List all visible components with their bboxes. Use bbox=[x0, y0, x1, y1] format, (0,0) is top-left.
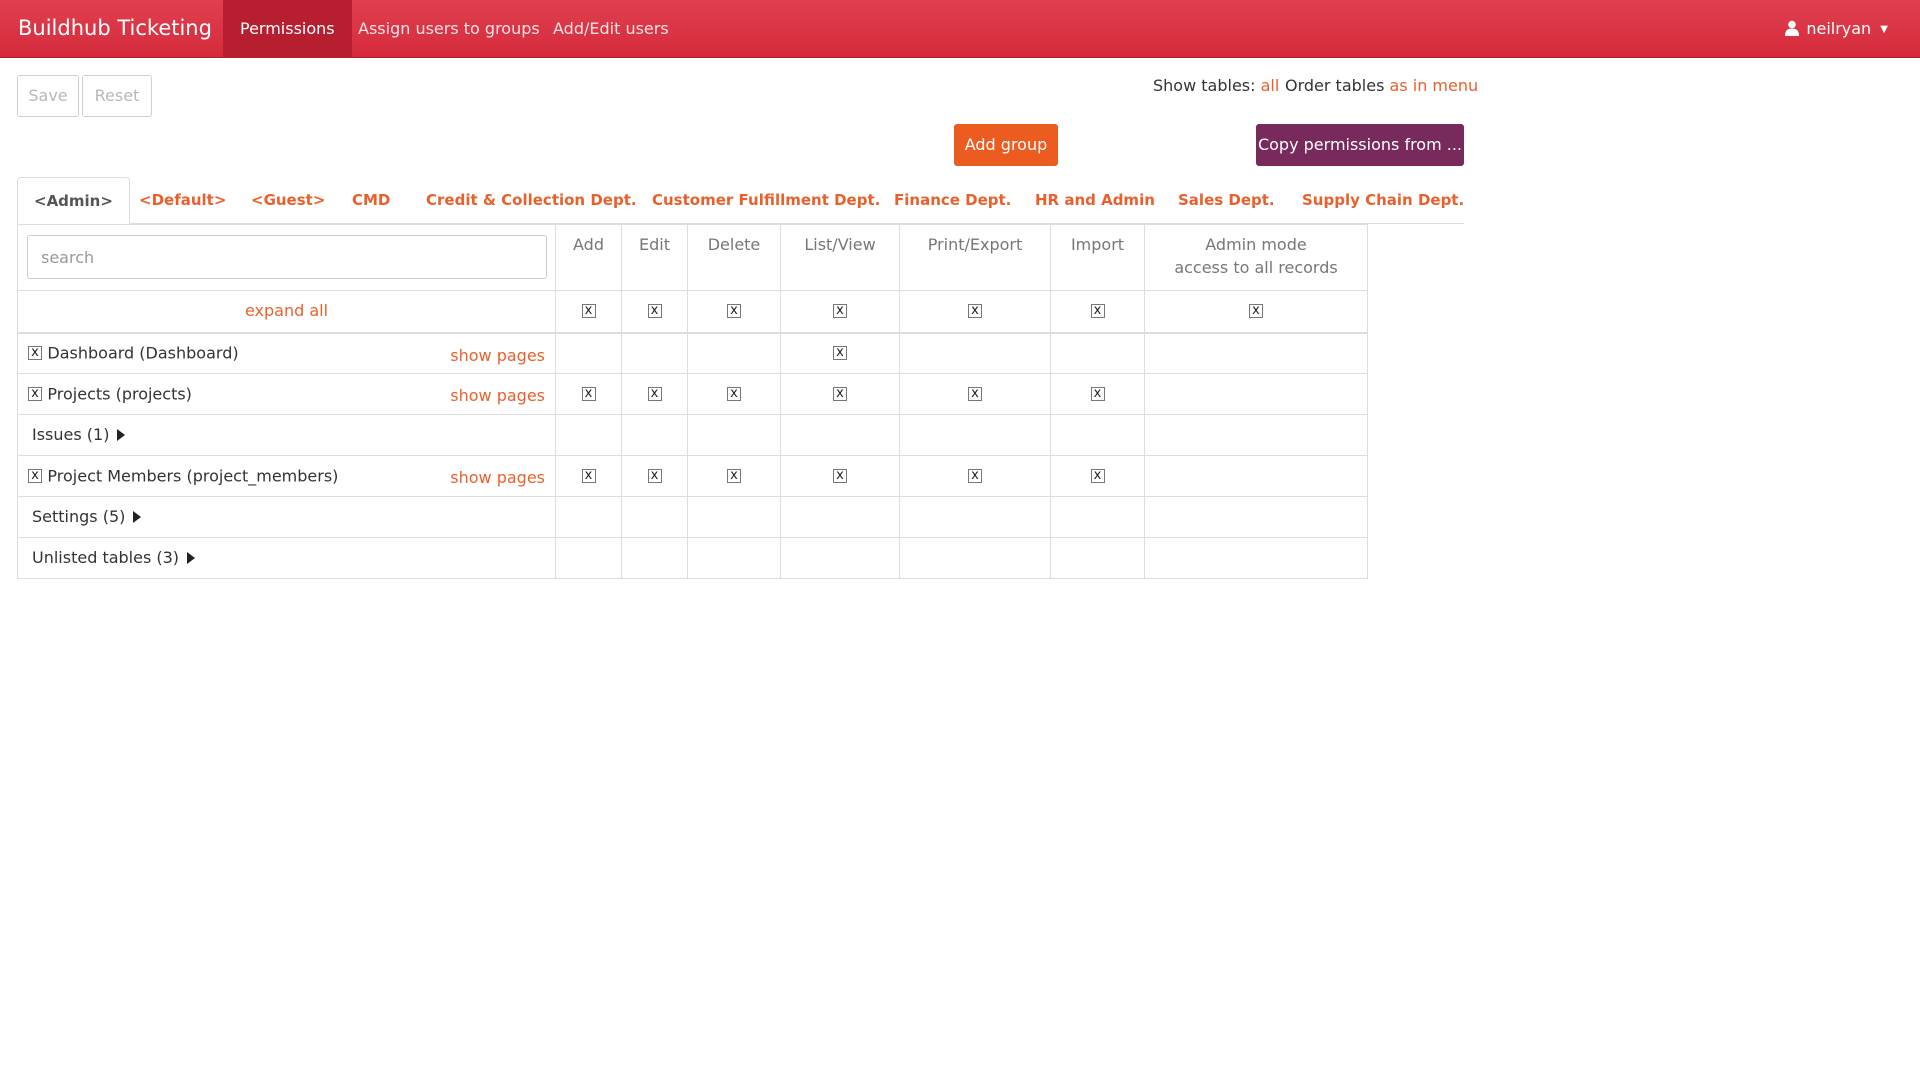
checkbox-all-list-view[interactable]: x bbox=[833, 304, 847, 319]
show-pages-link[interactable]: show pages bbox=[450, 346, 545, 365]
col-header-add: Add bbox=[555, 224, 622, 291]
tab-default[interactable]: <Default> bbox=[139, 177, 226, 224]
search-input[interactable] bbox=[27, 235, 547, 279]
search-cell bbox=[17, 224, 556, 291]
show-tables-link[interactable]: all bbox=[1261, 76, 1280, 95]
expand-all-link[interactable]: expand all bbox=[245, 301, 328, 320]
group-tabs: <Admin> <Default> <Guest> CMD Credit & C… bbox=[17, 177, 1464, 225]
table-row: x Dashboard (Dashboard) show pages x bbox=[17, 332, 1368, 374]
col-header-import: Import bbox=[1050, 224, 1145, 291]
checkbox-all-add[interactable]: x bbox=[581, 304, 596, 319]
table-row-group[interactable]: Settings (5) bbox=[17, 496, 1368, 538]
save-button[interactable]: Save bbox=[17, 75, 79, 117]
show-pages-link[interactable]: show pages bbox=[450, 386, 545, 405]
checkbox-all-print-export[interactable]: x bbox=[968, 304, 982, 319]
checkbox-print-export[interactable]: x bbox=[968, 387, 982, 401]
group-label[interactable]: Settings (5) bbox=[28, 507, 125, 526]
checkbox-all-edit[interactable]: x bbox=[647, 304, 662, 319]
table-row-group[interactable]: Issues (1) bbox=[17, 414, 1368, 456]
copy-permissions-button[interactable]: Copy permissions from ... bbox=[1256, 124, 1464, 166]
col-header-print-export: Print/Export bbox=[899, 224, 1051, 291]
col-header-admin-mode: Admin mode access to all records bbox=[1144, 224, 1368, 291]
group-label[interactable]: Issues (1) bbox=[28, 425, 109, 444]
checkbox-all-import[interactable]: x bbox=[1090, 304, 1105, 319]
row-label: Dashboard (Dashboard) bbox=[47, 343, 239, 363]
expand-arrow-icon[interactable] bbox=[133, 511, 142, 523]
show-tables-label: Show tables: bbox=[1153, 76, 1256, 95]
show-tables-option: Show tables: all bbox=[1153, 76, 1279, 95]
username: neilryan bbox=[1806, 19, 1872, 38]
admin-mode-subtitle: access to all records bbox=[1174, 258, 1338, 277]
order-tables-link[interactable]: as in menu bbox=[1390, 76, 1479, 95]
tab-sales[interactable]: Sales Dept. bbox=[1178, 177, 1275, 224]
tab-credit-collection[interactable]: Credit & Collection Dept. bbox=[426, 177, 637, 224]
row-checkbox[interactable]: x bbox=[28, 387, 42, 401]
checkbox-list-view[interactable]: x bbox=[833, 387, 847, 401]
checkbox-edit[interactable]: x bbox=[647, 469, 662, 483]
checkbox-add[interactable]: x bbox=[581, 469, 596, 483]
tab-supply-chain[interactable]: Supply Chain Dept. bbox=[1302, 177, 1464, 224]
admin-mode-title: Admin mode bbox=[1205, 235, 1307, 254]
checkbox-all-delete[interactable]: x bbox=[727, 304, 741, 319]
app-brand[interactable]: Buildhub Ticketing bbox=[18, 16, 212, 40]
table-row: x Projects (projects) show pages x x x x… bbox=[17, 373, 1368, 415]
group-label[interactable]: Unlisted tables (3) bbox=[28, 548, 179, 567]
add-group-button[interactable]: Add group bbox=[954, 124, 1058, 166]
checkbox-delete[interactable]: x bbox=[727, 469, 741, 483]
tab-customer-fulfillment[interactable]: Customer Fulfillment Dept. bbox=[652, 177, 880, 224]
checkbox-import[interactable]: x bbox=[1090, 469, 1105, 483]
tab-admin[interactable]: <Admin> bbox=[17, 177, 130, 225]
tab-hr-admin[interactable]: HR and Admin bbox=[1035, 177, 1155, 224]
show-pages-link[interactable]: show pages bbox=[450, 468, 545, 487]
order-tables-label: Order tables bbox=[1285, 76, 1385, 95]
table-row: x Project Members (project_members) show… bbox=[17, 455, 1368, 497]
top-navbar: Buildhub Ticketing Permissions Assign us… bbox=[0, 0, 1920, 58]
expand-all-row: expand all x x x x x x x bbox=[17, 290, 1368, 334]
checkbox-delete[interactable]: x bbox=[727, 387, 741, 401]
expand-arrow-icon[interactable] bbox=[187, 552, 196, 564]
checkbox-add[interactable]: x bbox=[581, 387, 596, 401]
col-header-delete: Delete bbox=[687, 224, 781, 291]
nav-add-edit-users[interactable]: Add/Edit users bbox=[536, 0, 686, 57]
checkbox-print-export[interactable]: x bbox=[968, 469, 982, 483]
tab-cmd[interactable]: CMD bbox=[352, 177, 390, 224]
row-label: Projects (projects) bbox=[47, 384, 192, 404]
reset-button[interactable]: Reset bbox=[82, 75, 152, 117]
table-row-group[interactable]: Unlisted tables (3) bbox=[17, 537, 1368, 579]
user-menu[interactable]: neilryan ▼ bbox=[1785, 19, 1888, 40]
checkbox-list-view[interactable]: x bbox=[833, 469, 847, 483]
chevron-down-icon: ▼ bbox=[1880, 24, 1888, 35]
tab-guest[interactable]: <Guest> bbox=[251, 177, 325, 224]
col-header-edit: Edit bbox=[621, 224, 688, 291]
nav-assign-users[interactable]: Assign users to groups bbox=[341, 0, 557, 57]
nav-permissions[interactable]: Permissions bbox=[223, 0, 352, 57]
order-tables-option: Order tables as in menu bbox=[1285, 76, 1478, 95]
permissions-table: Add Edit Delete List/View Print/Export I… bbox=[17, 224, 1368, 579]
expand-arrow-icon[interactable] bbox=[117, 429, 126, 441]
row-checkbox[interactable]: x bbox=[28, 469, 42, 483]
row-label: Project Members (project_members) bbox=[47, 466, 339, 486]
checkbox-all-admin-mode[interactable]: x bbox=[1249, 304, 1263, 319]
row-checkbox[interactable]: x bbox=[28, 346, 42, 361]
checkbox-list-view[interactable]: x bbox=[833, 346, 847, 361]
col-header-list-view: List/View bbox=[780, 224, 900, 291]
user-icon bbox=[1785, 20, 1800, 40]
checkbox-edit[interactable]: x bbox=[647, 387, 662, 401]
checkbox-import[interactable]: x bbox=[1090, 387, 1105, 401]
tab-finance[interactable]: Finance Dept. bbox=[894, 177, 1011, 224]
